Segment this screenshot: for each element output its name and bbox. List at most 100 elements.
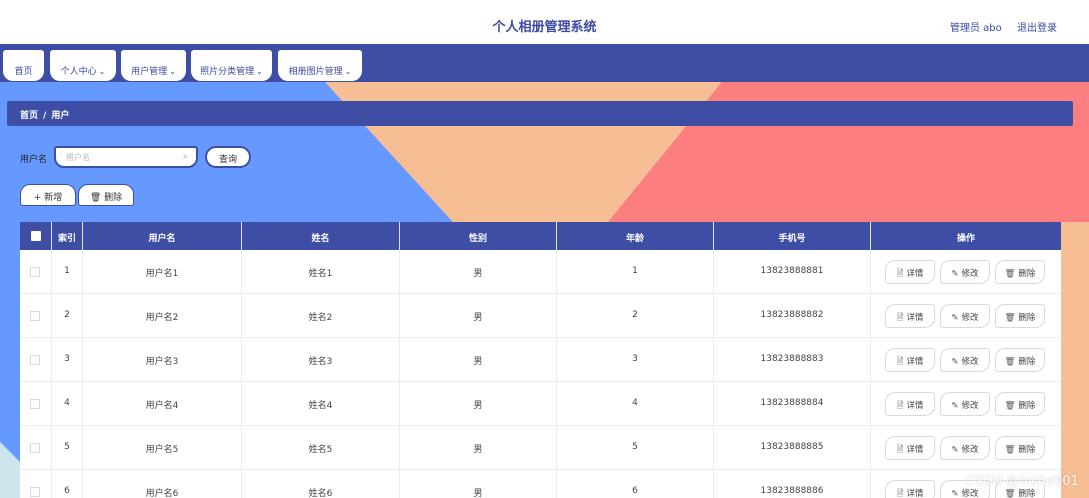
breadcrumb-separator: / xyxy=(43,111,47,121)
cell-name: 姓名4 xyxy=(242,382,400,426)
document-icon: 🗎 xyxy=(896,401,904,411)
chevron-down-icon: ⌄ xyxy=(344,67,352,76)
cell-phone: 13823888886 xyxy=(714,470,871,498)
cell-username: 用户名6 xyxy=(83,470,242,498)
row-checkbox[interactable] xyxy=(30,267,40,277)
document-icon: 🗎 xyxy=(896,445,904,455)
detail-button[interactable]: 🗎 详情 xyxy=(885,304,935,328)
pencil-icon: ✎ xyxy=(951,313,959,323)
detail-button[interactable]: 🗎 详情 xyxy=(885,436,935,460)
trash-icon: 🗑 xyxy=(89,193,105,203)
row-delete-button[interactable]: 🗑 删除 xyxy=(995,436,1045,460)
detail-button[interactable]: 🗎 详情 xyxy=(885,392,935,416)
detail-button-label: 详情 xyxy=(906,313,924,323)
cell-age: 1 xyxy=(557,250,714,294)
cell-phone: 13823888884 xyxy=(714,382,871,426)
cell-username: 用户名4 xyxy=(83,382,242,426)
logout-link[interactable]: 退出登录 xyxy=(1017,19,1057,34)
cell-age: 4 xyxy=(557,382,714,426)
table-row: 5 用户名5 姓名5 男 5 13823888885 🗎 详情 ✎ 修改 🗑 删除 xyxy=(20,426,1061,470)
detail-button[interactable]: 🗎 详情 xyxy=(885,260,935,284)
detail-button-label: 详情 xyxy=(906,489,924,498)
query-button[interactable]: 查询 xyxy=(205,146,251,168)
cell-username: 用户名1 xyxy=(83,250,242,294)
nav-tab-album-images[interactable]: 相册图片管理 ⌄ xyxy=(278,50,362,81)
pencil-icon: ✎ xyxy=(951,357,959,367)
cell-phone: 13823888882 xyxy=(714,294,871,338)
column-header: 姓名 xyxy=(242,222,400,250)
edit-button[interactable]: ✎ 修改 xyxy=(940,260,990,284)
edit-button[interactable]: ✎ 修改 xyxy=(940,348,990,372)
nav-tab-photo-category[interactable]: 照片分类管理 ⌄ xyxy=(191,50,272,81)
edit-button-label: 修改 xyxy=(961,445,979,455)
cell-name: 姓名6 xyxy=(242,470,400,498)
app-title: 个人相册管理系统 xyxy=(492,20,597,35)
table-row: 2 用户名2 姓名2 男 2 13823888882 🗎 详情 ✎ 修改 🗑 删除 xyxy=(20,294,1061,338)
nav-tab-personal-center[interactable]: 个人中心 ⌄ xyxy=(50,50,116,81)
cell-age: 2 xyxy=(557,294,714,338)
chevron-down-icon: ⌄ xyxy=(256,67,263,76)
pencil-icon: ✎ xyxy=(951,489,959,498)
row-delete-button-label: 删除 xyxy=(1018,313,1036,323)
table-row: 3 用户名3 姓名3 男 3 13823888883 🗎 详情 ✎ 修改 🗑 删除 xyxy=(20,338,1061,382)
header-select-cell xyxy=(20,222,52,250)
row-checkbox[interactable] xyxy=(30,487,40,497)
search-icon: ⌕ xyxy=(183,152,189,162)
nav-tab-home[interactable]: 首页 xyxy=(3,50,44,81)
row-checkbox[interactable] xyxy=(30,443,40,453)
nav-tab-label: 用户管理 xyxy=(131,67,168,77)
cell-username: 用户名5 xyxy=(83,426,242,470)
edit-button-label: 修改 xyxy=(961,269,979,279)
cell-username: 用户名3 xyxy=(83,338,242,382)
document-icon: 🗎 xyxy=(896,313,904,323)
nav-tab-user-management[interactable]: 用户管理 ⌄ xyxy=(121,50,186,81)
row-checkbox[interactable] xyxy=(30,399,40,409)
row-delete-button[interactable]: 🗑 删除 xyxy=(995,260,1045,284)
trash-icon: 🗑 xyxy=(1004,357,1016,367)
breadcrumb-home[interactable]: 首页 xyxy=(20,111,38,121)
cell-gender: 男 xyxy=(400,382,557,426)
nav-tab-label: 首页 xyxy=(14,67,33,77)
cell-name: 姓名1 xyxy=(242,250,400,294)
document-icon: 🗎 xyxy=(896,489,904,498)
edit-button[interactable]: ✎ 修改 xyxy=(940,304,990,328)
search-input[interactable] xyxy=(54,146,198,168)
edit-button-label: 修改 xyxy=(961,489,979,498)
column-header: 手机号 xyxy=(714,222,871,250)
row-delete-button[interactable]: 🗑 删除 xyxy=(995,348,1045,372)
row-delete-button-label: 删除 xyxy=(1018,269,1036,279)
detail-button-label: 详情 xyxy=(906,357,924,367)
cell-age: 5 xyxy=(557,426,714,470)
admin-user-label: 管理员 abo xyxy=(950,23,1002,34)
add-button[interactable]: + 新增 xyxy=(20,184,76,206)
trash-icon: 🗑 xyxy=(1004,489,1016,498)
table-row: 6 用户名6 姓名6 男 6 13823888886 🗎 详情 ✎ 修改 🗑 删除 xyxy=(20,470,1061,498)
trash-icon: 🗑 xyxy=(1004,401,1016,411)
edit-button[interactable]: ✎ 修改 xyxy=(940,392,990,416)
batch-delete-button[interactable]: 🗑 删除 xyxy=(78,184,134,206)
pencil-icon: ✎ xyxy=(951,445,959,455)
table-row: 1 用户名1 姓名1 男 1 13823888881 🗎 详情 ✎ 修改 🗑 删除 xyxy=(20,250,1061,294)
edit-button[interactable]: ✎ 修改 xyxy=(940,436,990,460)
detail-button[interactable]: 🗎 详情 xyxy=(885,480,935,498)
row-delete-button-label: 删除 xyxy=(1018,489,1036,498)
column-header: 用户名 xyxy=(83,222,242,250)
detail-button-label: 详情 xyxy=(906,269,924,279)
nav-tab-label: 照片分类管理 xyxy=(200,67,255,77)
row-delete-button[interactable]: 🗑 删除 xyxy=(995,304,1045,328)
user-table: 索引 用户名 姓名 性别 年龄 手机号 操作 1 用户名1 姓名1 男 1 1382388… xyxy=(20,222,1061,498)
bg-peach-edge xyxy=(1061,222,1089,498)
edit-button-label: 修改 xyxy=(961,401,979,411)
row-checkbox[interactable] xyxy=(30,355,40,365)
select-all-checkbox[interactable] xyxy=(31,231,41,241)
table-row: 4 用户名4 姓名4 男 4 13823888884 🗎 详情 ✎ 修改 🗑 删除 xyxy=(20,382,1061,426)
batch-delete-label: 删除 xyxy=(104,193,123,203)
row-delete-button[interactable]: 🗑 删除 xyxy=(995,392,1045,416)
detail-button[interactable]: 🗎 详情 xyxy=(885,348,935,372)
row-checkbox[interactable] xyxy=(30,311,40,321)
row-select-cell xyxy=(20,382,52,426)
cell-gender: 男 xyxy=(400,250,557,294)
row-delete-button-label: 删除 xyxy=(1018,401,1036,411)
nav-tab-label: 个人中心 xyxy=(60,67,97,77)
trash-icon: 🗑 xyxy=(1004,269,1016,279)
